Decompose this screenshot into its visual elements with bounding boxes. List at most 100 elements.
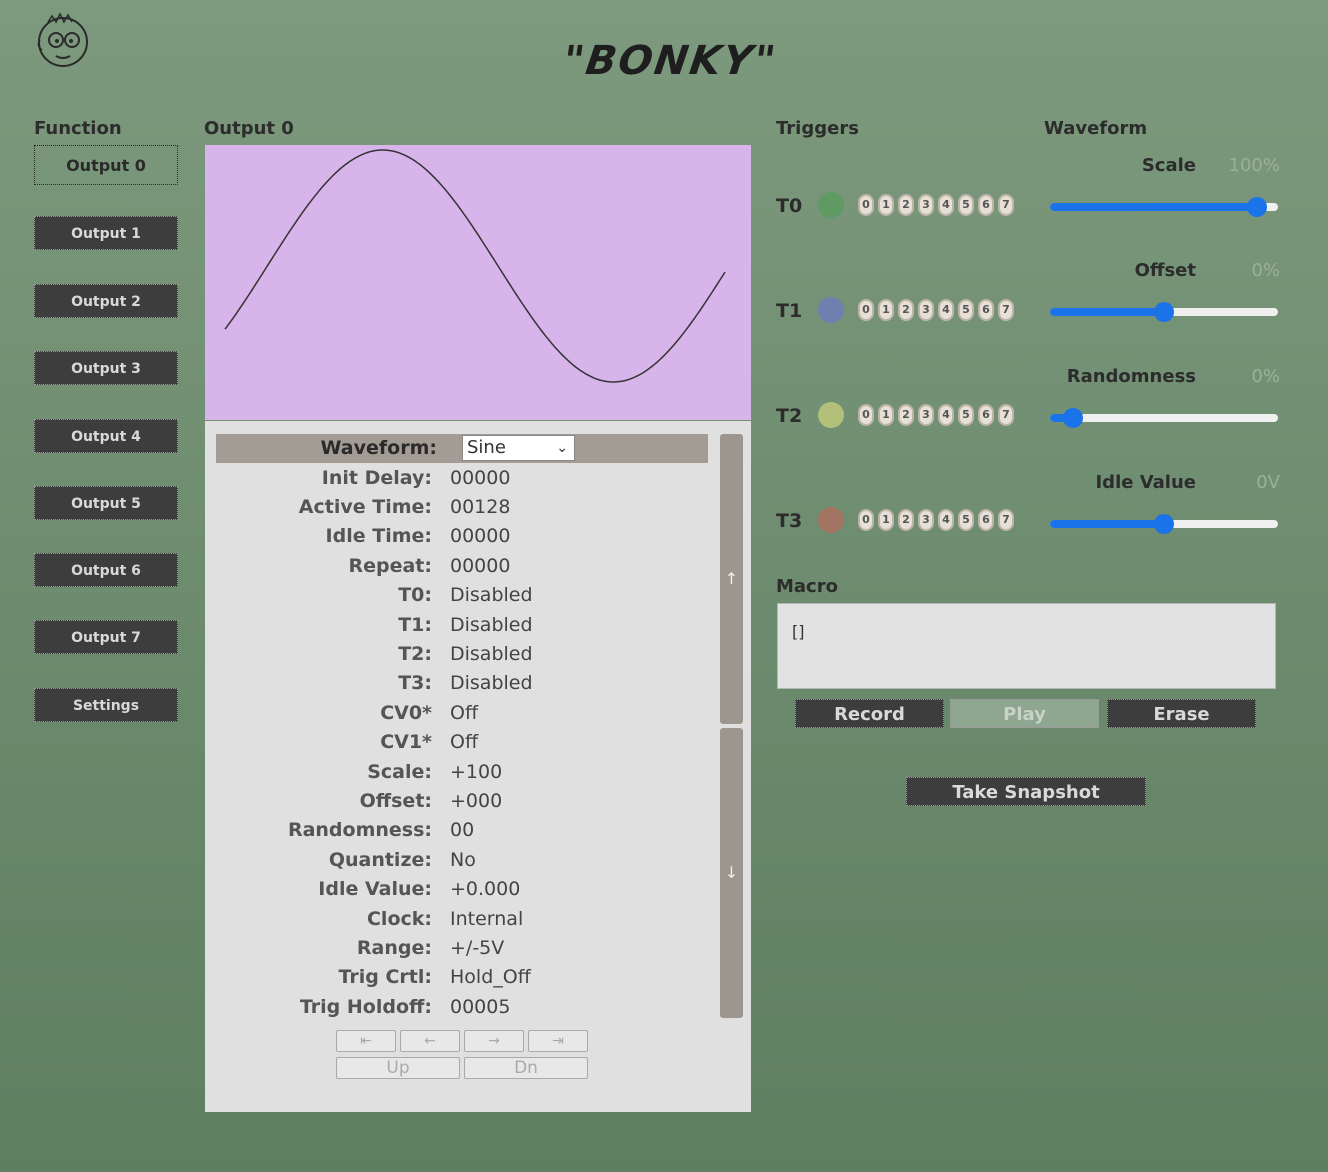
app-title: "BONKY": [559, 38, 781, 84]
param-value: +0.000: [450, 878, 521, 901]
param-label: Idle Time:: [325, 525, 432, 548]
waveform-select[interactable]: Sine ⌄: [462, 435, 575, 461]
param-value: No: [450, 848, 476, 871]
take-snapshot-button[interactable]: Take Snapshot: [906, 777, 1146, 806]
trigger-bit-toggle[interactable]: 4: [938, 299, 954, 321]
param-row[interactable]: Clock: Internal: [216, 904, 708, 933]
function-button-output-1[interactable]: Output 1: [34, 216, 178, 250]
trigger-bit-toggle[interactable]: 1: [878, 194, 894, 216]
param-row[interactable]: Repeat: 00000: [216, 551, 708, 580]
function-button-output-7[interactable]: Output 7: [34, 620, 178, 654]
param-value: 00000: [450, 466, 511, 489]
slider-fill: [1050, 308, 1164, 316]
function-button-output-5[interactable]: Output 5: [34, 486, 178, 520]
param-value: Disabled: [450, 613, 533, 636]
param-row[interactable]: Trig Crtl: Hold_Off: [216, 963, 708, 992]
trigger-bit-toggle[interactable]: 7: [998, 194, 1014, 216]
nav-last-button[interactable]: ⇥: [528, 1030, 588, 1052]
param-row[interactable]: CV0* Off: [216, 698, 708, 727]
slider-thumb[interactable]: [1247, 197, 1268, 217]
slider-track[interactable]: [1050, 514, 1278, 534]
slider-thumb[interactable]: [1062, 408, 1083, 428]
param-row[interactable]: Scale: +100: [216, 757, 708, 786]
param-row[interactable]: Range: +/-5V: [216, 933, 708, 962]
param-value: Hold_Off: [450, 966, 531, 989]
slider-thumb[interactable]: [1154, 514, 1174, 534]
trigger-bit-toggle[interactable]: 5: [958, 299, 974, 321]
trigger-bit-toggle[interactable]: 7: [998, 509, 1014, 531]
trigger-bit-toggle[interactable]: 5: [958, 509, 974, 531]
trigger-bit-toggle[interactable]: 5: [958, 404, 974, 426]
param-row[interactable]: T3: Disabled: [216, 669, 708, 698]
param-row[interactable]: T0: Disabled: [216, 581, 708, 610]
param-row[interactable]: Trig Holdoff: 00005: [216, 992, 708, 1021]
function-button-output-4[interactable]: Output 4: [34, 419, 178, 453]
trigger-bit-toggle[interactable]: 7: [998, 299, 1014, 321]
trigger-bit-toggle[interactable]: 3: [918, 404, 934, 426]
trigger-bit-toggle[interactable]: 4: [938, 509, 954, 531]
slider-track[interactable]: [1050, 302, 1278, 322]
param-row[interactable]: T2: Disabled: [216, 639, 708, 668]
trigger-bit-toggle[interactable]: 0: [858, 299, 874, 321]
slider-thumb[interactable]: [1154, 302, 1174, 322]
trigger-indicator-t3: [818, 507, 844, 533]
param-row[interactable]: Offset: +000: [216, 786, 708, 815]
param-label: T1:: [398, 613, 432, 636]
trigger-bit-toggle[interactable]: 0: [858, 404, 874, 426]
function-button-output-6[interactable]: Output 6: [34, 553, 178, 587]
nav-dn-button[interactable]: Dn: [464, 1057, 588, 1079]
trigger-bit-toggle[interactable]: 1: [878, 404, 894, 426]
trigger-bit-toggle[interactable]: 1: [878, 299, 894, 321]
trigger-bit-toggle[interactable]: 2: [898, 509, 914, 531]
slider-track[interactable]: [1050, 408, 1278, 428]
trigger-bit-toggle[interactable]: 2: [898, 404, 914, 426]
macro-textarea[interactable]: []: [777, 603, 1276, 689]
record-button[interactable]: Record: [795, 699, 944, 728]
slider-value: 0%: [1251, 366, 1280, 387]
param-row[interactable]: Idle Time: 00000: [216, 522, 708, 551]
erase-button[interactable]: Erase: [1107, 699, 1256, 728]
param-row[interactable]: Init Delay: 00000: [216, 463, 708, 492]
function-button-settings[interactable]: Settings: [34, 688, 178, 722]
trigger-bit-toggle[interactable]: 6: [978, 404, 994, 426]
trigger-bit-toggle[interactable]: 6: [978, 194, 994, 216]
param-row[interactable]: CV1* Off: [216, 728, 708, 757]
trigger-bit-toggle[interactable]: 3: [918, 194, 934, 216]
trigger-bit-toggle[interactable]: 1: [878, 509, 894, 531]
function-button-output-2[interactable]: Output 2: [34, 284, 178, 318]
trigger-bit-toggle[interactable]: 0: [858, 509, 874, 531]
param-value: Off: [450, 731, 479, 754]
trigger-bit-toggle[interactable]: 0: [858, 194, 874, 216]
trigger-bit-toggle[interactable]: 4: [938, 194, 954, 216]
trigger-bit-toggle[interactable]: 2: [898, 299, 914, 321]
nav-first-button[interactable]: ⇤: [336, 1030, 396, 1052]
trigger-bit-toggle[interactable]: 3: [918, 299, 934, 321]
trigger-bit-toggle[interactable]: 5: [958, 194, 974, 216]
scroll-down-button[interactable]: ↓: [720, 728, 743, 1018]
param-row[interactable]: Idle Value: +0.000: [216, 874, 708, 903]
param-row[interactable]: T1: Disabled: [216, 610, 708, 639]
param-label: Offset:: [359, 789, 432, 812]
param-row[interactable]: Active Time: 00128: [216, 492, 708, 521]
scroll-up-button[interactable]: ↑: [720, 434, 743, 724]
param-label: Trig Holdoff:: [299, 995, 432, 1018]
trigger-bit-toggle[interactable]: 6: [978, 509, 994, 531]
trigger-label-t3: T3: [776, 510, 803, 532]
trigger-bit-toggle[interactable]: 4: [938, 404, 954, 426]
nav-right-button[interactable]: →: [464, 1030, 524, 1052]
trigger-bit-toggle[interactable]: 2: [898, 194, 914, 216]
function-button-output-0[interactable]: Output 0: [34, 145, 178, 185]
trigger-bit-toggle[interactable]: 6: [978, 299, 994, 321]
trigger-bit-toggle[interactable]: 7: [998, 404, 1014, 426]
param-row[interactable]: Randomness: 00: [216, 816, 708, 845]
nav-up-button[interactable]: Up: [336, 1057, 460, 1079]
slider-track[interactable]: [1050, 197, 1278, 217]
nav-left-button[interactable]: ←: [400, 1030, 460, 1052]
trigger-bit-group: 01234567: [858, 404, 1014, 426]
play-button[interactable]: Play: [950, 699, 1099, 728]
param-label: T2:: [398, 643, 432, 666]
slider-label: Idle Value: [1095, 472, 1196, 493]
param-row[interactable]: Quantize: No: [216, 845, 708, 874]
function-button-output-3[interactable]: Output 3: [34, 351, 178, 385]
trigger-bit-toggle[interactable]: 3: [918, 509, 934, 531]
